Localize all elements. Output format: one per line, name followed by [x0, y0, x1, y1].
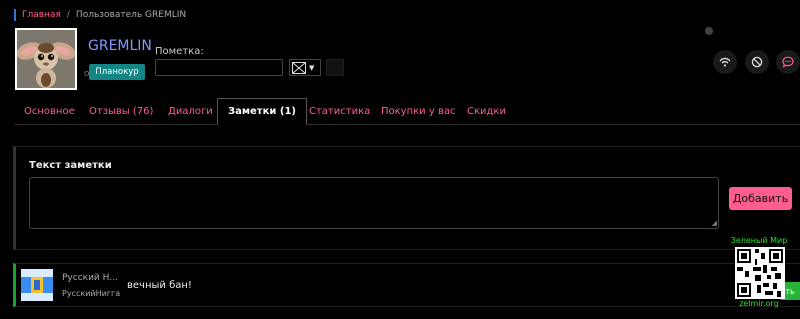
wifi-button[interactable]: [713, 50, 737, 74]
breadcrumb-current: Пользователь GREMLIN: [75, 10, 187, 20]
watermark-top-text: Зеленый Мир: [730, 236, 788, 245]
message-icon: [782, 56, 794, 68]
block-icon: [751, 56, 763, 68]
tab-purchases[interactable]: Покупки у вас: [381, 99, 455, 124]
username[interactable]: GREMLIN: [88, 38, 152, 54]
product-image: [21, 269, 53, 301]
qr-code-pattern: [735, 247, 785, 299]
tab-dialogs[interactable]: Диалоги: [168, 99, 213, 124]
breadcrumb-marker: [14, 9, 16, 21]
block-user-button[interactable]: [745, 50, 769, 74]
note-label: Пометка:: [155, 46, 204, 57]
tab-reviews[interactable]: Отзывы (76): [89, 99, 153, 124]
note-save-button[interactable]: [326, 59, 344, 76]
note-item-title[interactable]: Русский Н...: [62, 273, 118, 283]
wifi-icon: [719, 57, 731, 67]
product-thumbnail[interactable]: [21, 269, 53, 301]
resize-handle-icon[interactable]: ◢: [712, 220, 717, 227]
breadcrumb: Главная / Пользователь GREMLIN: [14, 8, 186, 22]
envelope-cross-icon: [292, 61, 306, 74]
note-input[interactable]: [155, 59, 283, 76]
add-note-button[interactable]: Добавить: [729, 187, 792, 210]
tab-main[interactable]: Основное: [24, 99, 75, 124]
watermark-bottom-text: zelmir.org: [739, 299, 779, 308]
profile-tabs: Основное Отзывы (76) Диалоги Заметки (1)…: [14, 98, 800, 125]
note-icon-select[interactable]: ▼: [289, 59, 321, 76]
gremlin-avatar-image: [17, 30, 75, 88]
user-group-button[interactable]: Планокур: [89, 64, 145, 80]
note-item-subtitle: РусскийНигга: [62, 289, 121, 298]
avatar: [15, 28, 77, 90]
tab-discounts[interactable]: Скидки: [467, 99, 506, 124]
note-textarea[interactable]: ◢: [29, 177, 719, 229]
gear-icon[interactable]: [705, 27, 713, 35]
note-form-title: Текст заметки: [29, 160, 112, 171]
note-item-text: вечный бан!: [127, 280, 192, 291]
chevron-down-icon: ▼: [309, 63, 315, 72]
tab-statistics[interactable]: Статистика: [309, 99, 370, 124]
watermark-overlay: Зеленый Мир zelmir.org: [729, 236, 789, 311]
qr-code-image: [735, 247, 785, 299]
breadcrumb-separator: /: [66, 10, 70, 20]
tab-notes[interactable]: Заметки (1): [217, 98, 307, 125]
message-button[interactable]: [776, 50, 800, 74]
breadcrumb-home-link[interactable]: Главная: [22, 10, 61, 20]
